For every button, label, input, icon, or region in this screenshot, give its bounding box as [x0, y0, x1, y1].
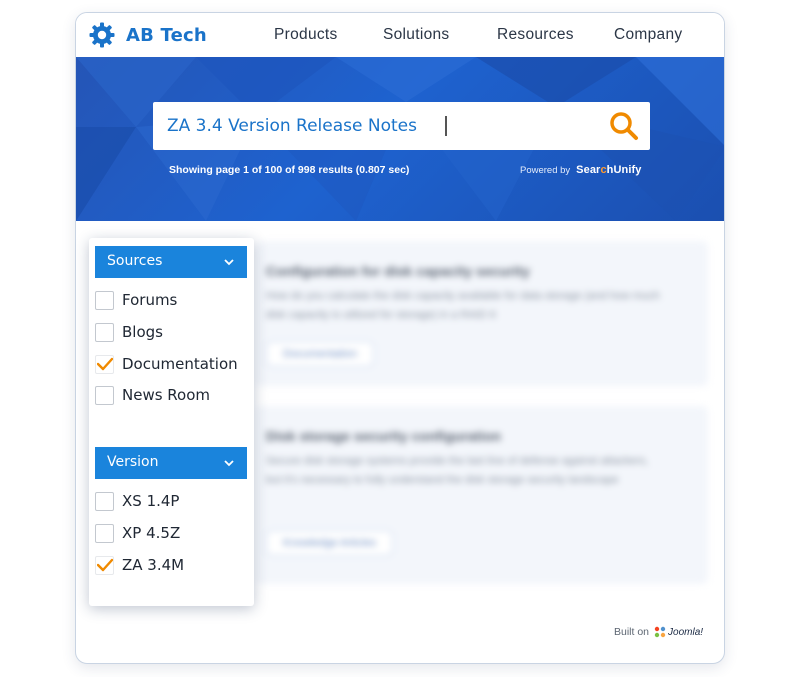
result-tag[interactable]: Knowledge Articles: [266, 530, 393, 556]
result-description: How do you calculate the disk capacity a…: [266, 290, 660, 321]
filter-option-label: XP 4.5Z: [122, 524, 181, 542]
brand-name: AB Tech: [126, 24, 207, 46]
sources-facet-title: Sources: [107, 253, 163, 269]
filter-option-label: Forums: [122, 291, 178, 309]
chevron-down-icon: [224, 460, 234, 467]
search-input[interactable]: [167, 113, 447, 139]
filter-option-label: News Room: [122, 386, 211, 404]
site-header: AB Tech Products Solutions Resources Com…: [76, 13, 724, 57]
search-icon[interactable]: [608, 110, 640, 142]
filter-option-label: ZA 3.4M: [122, 556, 185, 574]
chevron-down-icon: [224, 259, 234, 266]
checkbox-checked[interactable]: [95, 555, 114, 575]
built-on-label: Built on: [614, 626, 650, 638]
site-footer: Built on Joomla!: [614, 626, 703, 638]
result-tag[interactable]: Documentation: [266, 341, 374, 367]
nav-solutions[interactable]: Solutions: [383, 26, 449, 44]
result-card[interactable]: Disk storage security configuration Secu…: [256, 406, 708, 584]
checkbox[interactable]: [95, 290, 114, 310]
checkmark-icon: [97, 558, 113, 571]
filter-option-za-3-4m[interactable]: ZA 3.4M: [95, 554, 184, 576]
filter-option-forums[interactable]: Forums: [95, 289, 177, 311]
nav-company[interactable]: Company: [614, 26, 682, 44]
search-hero: Showing page 1 of 100 of 998 results (0.…: [76, 57, 724, 221]
checkbox[interactable]: [95, 491, 114, 511]
joomla-icon: [654, 626, 666, 638]
text-cursor: [445, 116, 447, 136]
gear-logo-icon: [89, 22, 115, 48]
nav-products[interactable]: Products: [274, 26, 338, 44]
result-description: Secure disk storage systems provide the …: [266, 455, 649, 486]
version-facet-title: Version: [107, 454, 159, 470]
site-logo[interactable]: AB Tech: [88, 21, 207, 49]
filter-panel: Sources Forums Blogs Documentation News …: [89, 238, 254, 606]
result-title[interactable]: Configuration for disk capacity security: [266, 263, 530, 279]
filter-option-news-room[interactable]: News Room: [95, 384, 210, 406]
checkmark-icon: [97, 357, 113, 370]
filter-option-label: Documentation: [122, 355, 238, 373]
nav-resources[interactable]: Resources: [497, 26, 574, 44]
filter-option-documentation[interactable]: Documentation: [95, 353, 238, 375]
filter-option-label: Blogs: [122, 323, 163, 341]
joomla-logo-text[interactable]: Joomla!: [668, 627, 703, 638]
checkbox[interactable]: [95, 385, 114, 405]
checkbox[interactable]: [95, 523, 114, 543]
filter-option-blogs[interactable]: Blogs: [95, 321, 163, 343]
powered-by: Powered by SearchUnify: [520, 164, 641, 176]
result-title[interactable]: Disk storage security configuration: [266, 428, 501, 444]
filter-option-xp-4-5z[interactable]: XP 4.5Z: [95, 522, 180, 544]
searchunify-logo[interactable]: SearchUnify: [576, 164, 641, 176]
sources-facet-header[interactable]: Sources: [95, 246, 247, 278]
result-card[interactable]: Configuration for disk capacity security…: [256, 241, 708, 386]
search-box: [153, 102, 650, 150]
results-summary: Showing page 1 of 100 of 998 results (0.…: [169, 164, 410, 176]
powered-by-label: Powered by: [520, 164, 571, 176]
filter-option-label: XS 1.4P: [122, 492, 180, 510]
filter-option-xs-1-4p[interactable]: XS 1.4P: [95, 490, 179, 512]
version-facet-header[interactable]: Version: [95, 447, 247, 479]
checkbox-checked[interactable]: [95, 354, 114, 374]
checkbox[interactable]: [95, 322, 114, 342]
